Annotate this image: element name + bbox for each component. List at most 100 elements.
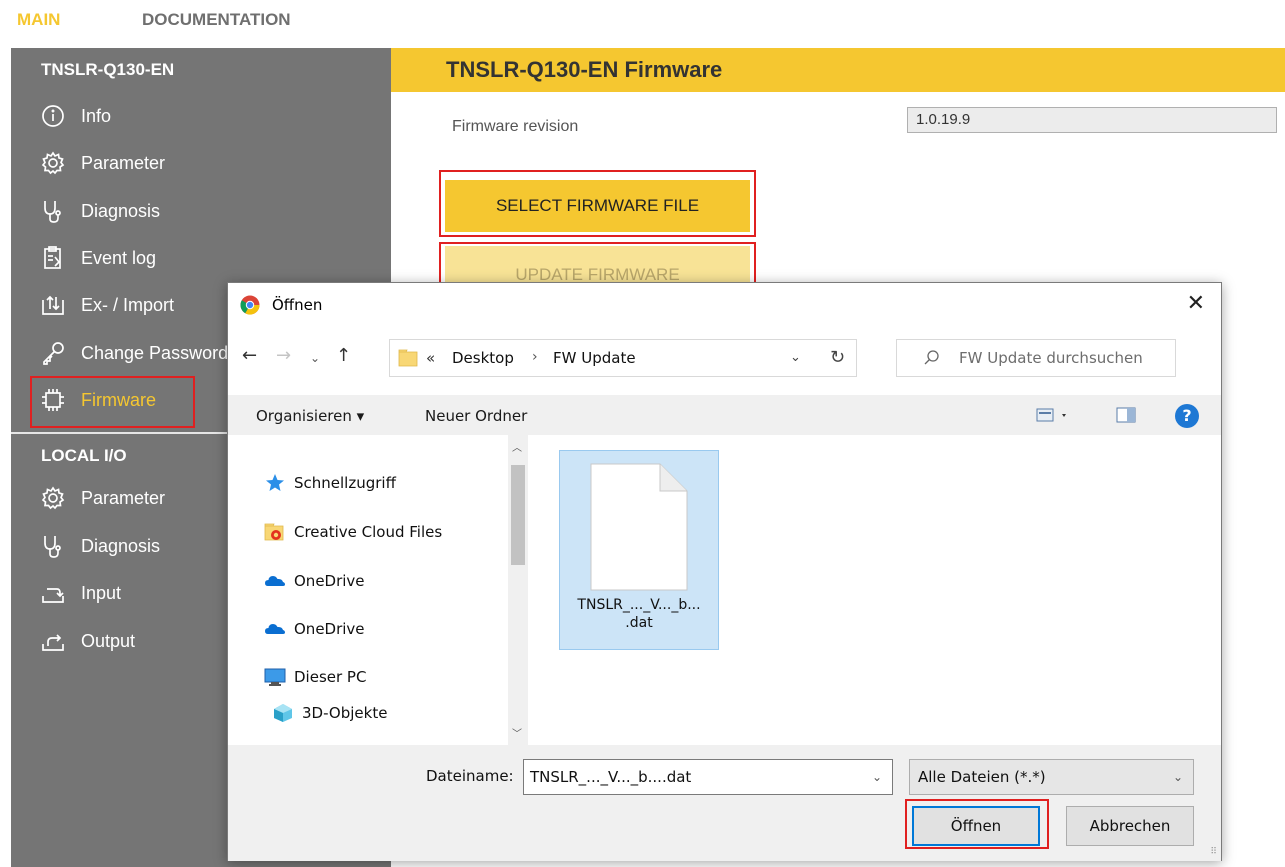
tree-item-creative-cloud[interactable]: Creative Cloud Files — [264, 522, 442, 542]
folder-icon — [398, 349, 418, 367]
star-icon — [266, 474, 284, 491]
sidebar-item-event-log[interactable]: Event log — [39, 238, 369, 278]
sidebar-item-label: Parameter — [81, 152, 166, 173]
scrollbar-thumb[interactable] — [511, 465, 525, 565]
up-arrow-icon[interactable]: ↑ — [336, 345, 351, 366]
file-item-selected[interactable]: TNSLR_..._V..._b... .dat — [559, 450, 719, 650]
chrome-icon — [240, 295, 260, 315]
file-list: TNSLR_..._V..._b... .dat — [529, 435, 1221, 745]
back-arrow-icon[interactable]: ← — [242, 345, 257, 366]
tree-item-this-pc[interactable]: Dieser PC — [264, 667, 366, 687]
filename-input[interactable]: TNSLR_..._V..._b....dat ⌄ — [523, 759, 893, 795]
forward-arrow-icon[interactable]: → — [276, 345, 291, 366]
tree-item-label: Dieser PC — [294, 668, 367, 686]
input-icon — [39, 579, 67, 607]
sidebar-local-io-header: LOCAL I/O — [41, 446, 127, 465]
close-icon[interactable]: ✕ — [1187, 291, 1205, 316]
tree-item-3d-objects[interactable]: 3D-Objekte — [272, 703, 387, 723]
search-input[interactable]: FW Update durchsuchen — [896, 339, 1176, 377]
info-icon — [39, 102, 67, 130]
stethoscope-icon — [39, 197, 67, 225]
new-folder-button[interactable]: Neuer Ordner — [425, 407, 527, 425]
import-export-icon — [39, 291, 67, 319]
sidebar-item-diagnosis[interactable]: Diagnosis — [39, 191, 369, 231]
dialog-toolbar: Organisieren ▾ Neuer Ordner ? — [228, 395, 1221, 435]
cloud-icon — [265, 576, 285, 586]
scroll-down-icon[interactable]: ﹀ — [512, 725, 522, 740]
top-navigation: MAIN DOCUMENTATION — [0, 0, 1285, 44]
sidebar-item-label: Input — [81, 582, 122, 603]
nav-main-link[interactable]: MAIN — [17, 10, 60, 30]
tree-item-onedrive[interactable]: OneDrive — [264, 571, 365, 591]
computer-icon — [264, 668, 286, 686]
breadcrumb-desktop[interactable]: Desktop — [452, 349, 514, 367]
breadcrumb-separator: › — [532, 349, 538, 365]
stethoscope-icon — [39, 532, 67, 560]
file-name-label: TNSLR_..._V..._b... .dat — [577, 597, 701, 631]
cancel-button[interactable]: Abbrechen — [1066, 806, 1194, 846]
preview-pane-icon[interactable] — [1116, 407, 1136, 423]
nav-documentation-link[interactable]: DOCUMENTATION — [142, 10, 291, 30]
chevron-down-icon[interactable]: ⌄ — [872, 770, 882, 784]
sidebar-item-parameter[interactable]: Parameter — [39, 143, 369, 183]
sidebar-device-header: TNSLR-Q130-EN — [41, 60, 175, 79]
file-open-dialog: Öffnen ✕ ← → ⌄ ↑ « Desktop › FW Update ⌄… — [227, 282, 1222, 861]
event-log-icon — [39, 244, 67, 272]
tree-item-label: Schnellzugriff — [294, 474, 396, 492]
search-placeholder: FW Update durchsuchen — [959, 349, 1143, 367]
tree-scrollbar[interactable]: ︿ ﹀ — [508, 435, 528, 745]
firmware-revision-label: Firmware revision — [452, 118, 579, 135]
resize-grip-icon[interactable]: ⠿ — [1210, 847, 1217, 857]
output-icon — [39, 627, 67, 655]
address-bar[interactable]: « Desktop › FW Update ⌄ ↻ — [389, 339, 857, 377]
search-icon — [924, 350, 939, 365]
sidebar-item-label: Diagnosis — [81, 200, 161, 221]
file-type-select[interactable]: Alle Dateien (*.*) ⌄ — [909, 759, 1194, 795]
open-button-highlight-box — [905, 799, 1049, 849]
chevron-down-icon[interactable]: ⌄ — [790, 350, 801, 365]
creative-cloud-folder-icon — [264, 523, 284, 541]
gear-icon — [39, 484, 67, 512]
cloud-icon — [265, 624, 285, 634]
view-options-icon[interactable] — [1036, 407, 1070, 423]
breadcrumb-fw-update[interactable]: FW Update — [553, 349, 636, 367]
gear-icon — [39, 149, 67, 177]
sidebar-item-label: Change Password — [81, 342, 229, 363]
help-icon[interactable]: ? — [1175, 404, 1199, 428]
refresh-icon[interactable]: ↻ — [830, 347, 845, 368]
main-header: TNSLR-Q130-EN Firmware — [391, 48, 1285, 92]
filename-value: TNSLR_..._V..._b....dat — [530, 768, 692, 786]
organize-button[interactable]: Organisieren ▾ — [256, 407, 364, 425]
file-document-icon — [590, 463, 688, 591]
tree-item-label: 3D-Objekte — [302, 704, 388, 722]
tree-item-label: OneDrive — [294, 620, 365, 638]
navigation-tree: Schnellzugriff Creative Cloud Files OneD… — [228, 435, 528, 745]
sidebar-item-label: Parameter — [81, 487, 166, 508]
filename-label: Dateiname: — [426, 767, 514, 785]
firmware-highlight-box — [30, 376, 195, 428]
sidebar-item-info[interactable]: Info — [39, 96, 369, 136]
sidebar-item-label: Output — [81, 630, 136, 651]
chevron-down-icon: ⌄ — [1172, 770, 1183, 784]
file-type-value: Alle Dateien (*.*) — [918, 768, 1046, 786]
firmware-revision-field: 1.0.19.9 — [907, 107, 1277, 133]
scroll-up-icon[interactable]: ︿ — [512, 439, 522, 454]
select-button-highlight-box — [439, 170, 756, 237]
tree-item-label: OneDrive — [294, 572, 365, 590]
dialog-titlebar[interactable]: Öffnen ✕ — [228, 283, 1221, 327]
tree-item-onedrive[interactable]: OneDrive — [264, 619, 365, 639]
sidebar-item-label: Ex- / Import — [81, 294, 175, 315]
dialog-navigation-row: ← → ⌄ ↑ « Desktop › FW Update ⌄ ↻ FW Upd… — [228, 335, 1221, 385]
key-icon — [39, 339, 67, 367]
tree-item-label: Creative Cloud Files — [294, 523, 443, 541]
address-prefix: « — [426, 349, 436, 367]
page-title: TNSLR-Q130-EN Firmware — [446, 57, 723, 82]
tree-item-quick-access[interactable]: Schnellzugriff — [264, 473, 396, 493]
sidebar-item-label: Info — [81, 105, 112, 126]
cube-icon — [274, 704, 292, 722]
recent-locations-chevron-icon[interactable]: ⌄ — [310, 351, 320, 365]
sidebar-item-label: Diagnosis — [81, 535, 161, 556]
dialog-bottom-bar: Dateiname: TNSLR_..._V..._b....dat ⌄ All… — [228, 745, 1221, 861]
sidebar-item-label: Event log — [81, 247, 157, 268]
dialog-title: Öffnen — [272, 296, 323, 314]
